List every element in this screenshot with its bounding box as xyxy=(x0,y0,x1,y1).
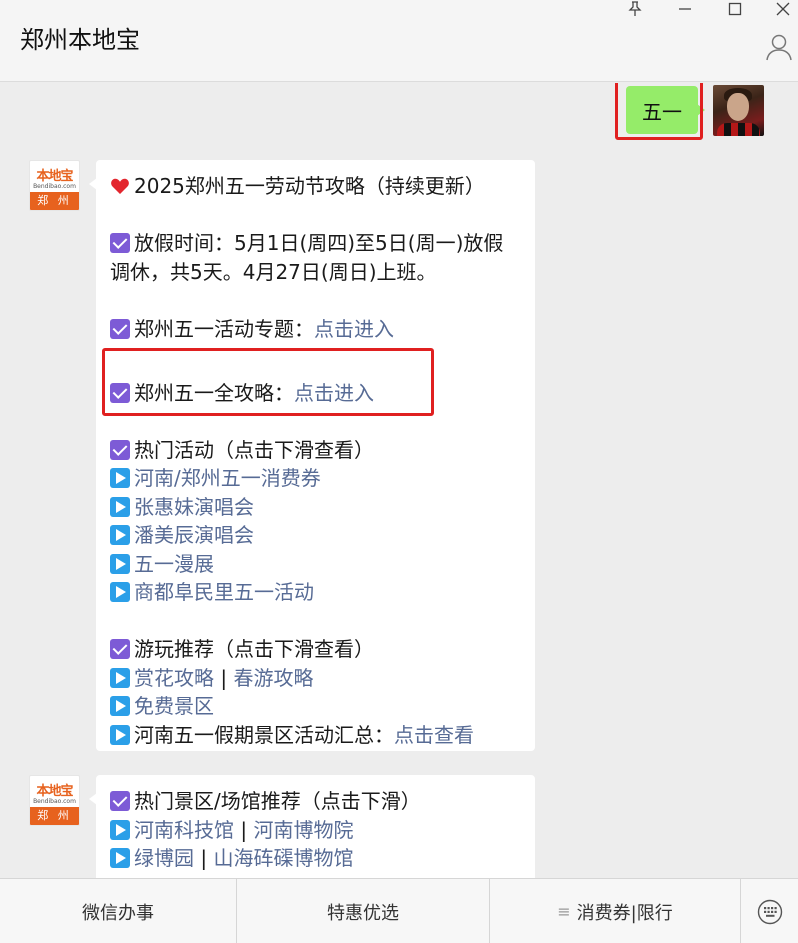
keyboard-icon xyxy=(757,899,782,924)
title-bar: 郑州本地宝 xyxy=(0,0,798,82)
message-line: 郑州五一全攻略：点击进入 xyxy=(110,379,521,408)
message-line: 免费景区 xyxy=(110,692,521,721)
bot-message-bubble[interactable]: 热门景区/场馆推荐（点击下滑） 河南科技馆 | 河南博物院 绿博园 | 山海砗磲… xyxy=(89,775,535,878)
checkbox-icon xyxy=(110,439,130,460)
submenu-icon: ≡ xyxy=(557,902,571,921)
venue-link[interactable]: 河南科技馆 xyxy=(134,818,234,842)
venue-link[interactable]: 山海砗磲博物馆 xyxy=(213,846,353,870)
guide-link[interactable]: 赏花攻略 xyxy=(134,666,214,690)
my-message-bubble[interactable]: 五一 xyxy=(626,86,705,134)
message-line: 潘美辰演唱会 xyxy=(110,521,521,550)
bot-logo-subtext: Bendibao.com xyxy=(33,183,76,190)
play-icon xyxy=(110,848,130,868)
bot-logo-city: 郑 州 xyxy=(30,192,79,210)
message-line: 放假时间：5月1日(周四)至5日(周一)放假 xyxy=(110,229,521,258)
menu-item-deals[interactable]: 特惠优选 xyxy=(237,879,490,943)
guide-link[interactable]: 免费景区 xyxy=(134,694,214,718)
bot-logo-subtext: Bendibao.com xyxy=(33,798,76,805)
bottom-menu: 微信办事 特惠优选 ≡ 消费券|限行 xyxy=(0,878,798,943)
play-icon xyxy=(110,496,130,517)
play-icon xyxy=(110,582,130,602)
pin-icon[interactable] xyxy=(620,0,650,18)
maximize-icon[interactable] xyxy=(720,0,750,18)
bot-avatar[interactable]: 本地宝 Bendibao.com 郑 州 xyxy=(29,775,80,826)
bot-logo-text: 本地宝 xyxy=(36,169,73,184)
activity-link[interactable]: 商都阜民里五一活动 xyxy=(134,580,314,604)
view-link[interactable]: 点击查看 xyxy=(394,723,474,747)
bot-logo-text: 本地宝 xyxy=(36,784,73,799)
enter-link[interactable]: 点击进入 xyxy=(314,317,394,341)
play-icon xyxy=(110,667,130,688)
menu-item-wechat-services[interactable]: 微信办事 xyxy=(0,879,237,943)
message-line: 河南科技馆 | 河南博物院 xyxy=(110,816,521,845)
message-line: 河南五一假期景区活动汇总：点击查看 xyxy=(110,721,521,750)
activity-link[interactable]: 河南/郑州五一消费券 xyxy=(134,466,321,490)
message-line: 热门活动（点击下滑查看） xyxy=(110,436,521,465)
message-line: 商都阜民里五一活动 xyxy=(110,578,521,607)
my-message-text: 五一 xyxy=(642,99,682,124)
user-avatar[interactable] xyxy=(713,85,764,136)
venue-link[interactable]: 河南博物院 xyxy=(253,818,353,842)
message-line: 五一漫展 xyxy=(110,550,521,579)
checkbox-icon xyxy=(110,383,130,403)
activity-link[interactable]: 张惠妹演唱会 xyxy=(134,495,254,519)
close-icon[interactable] xyxy=(768,0,798,18)
play-icon xyxy=(110,553,130,574)
checkbox-icon xyxy=(110,791,130,811)
minimize-icon[interactable] xyxy=(670,0,700,18)
message-line: 绿博园 | 山海砗磲博物馆 xyxy=(110,844,521,873)
chat-area[interactable]: 五一 本地宝 Bendibao.com 郑 州 2025郑州五一劳动节攻略（持续… xyxy=(0,83,798,878)
keyboard-toggle[interactable] xyxy=(741,879,798,943)
message-line: 郑州五一活动专题：点击进入 xyxy=(110,315,521,344)
bot-message-bubble[interactable]: 2025郑州五一劳动节攻略（持续更新） 放假时间：5月1日(周四)至5日(周一)… xyxy=(89,160,535,751)
guide-link[interactable]: 春游攻略 xyxy=(233,666,313,690)
activity-link[interactable]: 潘美辰演唱会 xyxy=(134,523,254,547)
bot-logo-city: 郑 州 xyxy=(30,807,79,825)
play-icon xyxy=(110,468,130,488)
checkbox-icon xyxy=(110,639,130,659)
message-line: 张惠妹演唱会 xyxy=(110,493,521,522)
profile-icon[interactable] xyxy=(764,32,794,62)
message-line: 游玩推荐（点击下滑查看） xyxy=(110,635,521,664)
bot-avatar[interactable]: 本地宝 Bendibao.com 郑 州 xyxy=(29,160,80,211)
heart-icon xyxy=(111,178,129,194)
message-line: 河南/郑州五一消费券 xyxy=(110,464,521,493)
play-icon xyxy=(110,724,130,745)
play-icon xyxy=(110,819,130,840)
play-icon xyxy=(110,696,130,716)
venue-link[interactable]: 绿博园 xyxy=(134,846,194,870)
chat-title: 郑州本地宝 xyxy=(20,26,140,54)
checkbox-icon xyxy=(110,318,130,339)
checkbox-icon xyxy=(110,233,130,253)
activity-link[interactable]: 五一漫展 xyxy=(134,552,214,576)
play-icon xyxy=(110,525,130,545)
message-line: 2025郑州五一劳动节攻略（持续更新） xyxy=(110,172,521,201)
enter-link[interactable]: 点击进入 xyxy=(294,381,374,405)
menu-item-coupons[interactable]: ≡ 消费券|限行 xyxy=(490,879,741,943)
message-line: 赏花攻略 | 春游攻略 xyxy=(110,664,521,693)
message-line: 调休，共5天。4月27日(周日)上班。 xyxy=(110,259,437,284)
message-line: 热门景区/场馆推荐（点击下滑） xyxy=(110,787,521,816)
